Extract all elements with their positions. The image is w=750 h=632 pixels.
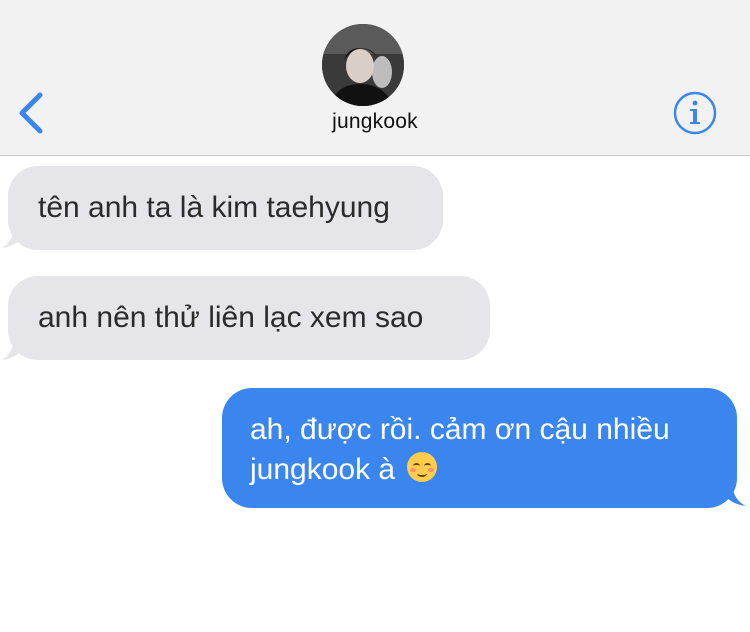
message-text: tên anh ta là kim taehyung <box>38 191 390 224</box>
conversation-header: jungkook <box>0 0 750 156</box>
contact-name[interactable]: jungkook <box>0 110 750 134</box>
info-icon[interactable] <box>672 90 718 136</box>
message-text-line: ah, được rồi. cảm ơn cậu nhiều <box>250 413 670 446</box>
message-text-line-2: jungkook à <box>250 453 396 486</box>
message-bubble-outgoing[interactable]: ah, được rồi. cảm ơn cậu nhiều jungkook … <box>222 388 737 508</box>
message-text: anh nên thử liên lạc xem sao <box>38 301 424 334</box>
message-text-line: jungkook à <box>250 450 713 490</box>
smiling-face-icon <box>407 452 438 482</box>
avatar[interactable] <box>322 24 404 106</box>
message-bubble-incoming[interactable]: tên anh ta là kim taehyung <box>8 166 443 250</box>
message-bubble-incoming[interactable]: anh nên thử liên lạc xem sao <box>8 276 490 360</box>
